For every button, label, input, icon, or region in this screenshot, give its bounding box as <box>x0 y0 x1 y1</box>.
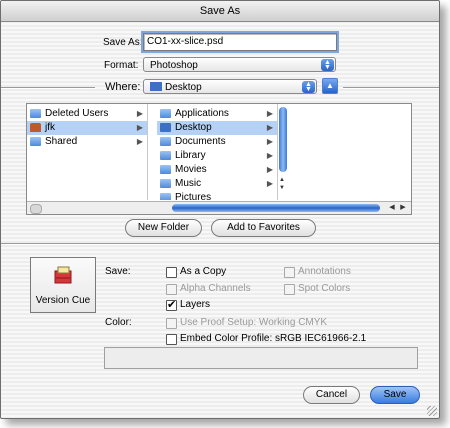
save-button[interactable]: Save <box>370 386 420 404</box>
item-label: jfk <box>45 122 55 133</box>
where-value: Desktop <box>165 82 202 93</box>
layers-checkbox[interactable]: ✔ <box>166 299 177 311</box>
home-icon <box>30 123 41 132</box>
format-label: Format: <box>104 60 139 71</box>
list-item-deleted-users[interactable]: Deleted Users ▶ <box>27 107 147 121</box>
scroll-arrows-icon[interactable]: ▲ ▼ <box>279 176 285 192</box>
scroll-right-icon[interactable]: ▶ <box>398 203 408 213</box>
file-browser: Deleted Users ▶ jfk ▶ Shared ▶ Applicati… <box>26 103 412 215</box>
save-options-label: Save: <box>105 266 131 277</box>
divider-left <box>1 87 95 89</box>
item-label: Shared <box>45 136 78 147</box>
list-item-library[interactable]: Library ▶ <box>157 149 277 163</box>
chevron-right-icon: ▶ <box>136 123 143 132</box>
chevron-right-icon: ▶ <box>266 165 273 174</box>
version-cue-label: Version Cue <box>35 295 91 306</box>
folder-icon <box>160 179 171 188</box>
list-item-documents[interactable]: Documents ▶ <box>157 135 277 149</box>
folder-icon <box>160 165 171 174</box>
filename-field[interactable]: CO1-xx-slice.psd <box>141 31 339 53</box>
list-item-movies[interactable]: Movies ▶ <box>157 163 277 177</box>
resize-grip-icon[interactable] <box>427 406 437 416</box>
as-a-copy-checkbox[interactable] <box>166 267 177 278</box>
list-item-jfk[interactable]: jfk ▶ <box>27 121 147 135</box>
version-cue-icon <box>54 266 72 284</box>
use-proof-setup-label: Use Proof Setup: Working CMYK <box>180 317 328 328</box>
vertical-scrollbar[interactable] <box>279 107 287 172</box>
list-item-music[interactable]: Music ▶ <box>157 177 277 191</box>
alpha-channels-label: Alpha Channels <box>180 283 251 294</box>
spot-colors-checkbox[interactable] <box>284 284 295 295</box>
item-label: Library <box>175 150 206 161</box>
dialog-title: Save As <box>1 1 439 22</box>
alpha-channels-checkbox[interactable] <box>166 284 177 295</box>
chevron-right-icon: ▶ <box>136 109 143 118</box>
scroll-left-icon[interactable]: ◀ <box>387 203 397 213</box>
cancel-button[interactable]: Cancel <box>303 386 360 404</box>
horizontal-scrollbar[interactable]: ◀ ▶ <box>27 201 411 214</box>
annotations-checkbox[interactable] <box>284 267 295 278</box>
use-proof-setup-checkbox[interactable] <box>166 318 177 329</box>
annotations-label: Annotations <box>298 266 351 277</box>
new-folder-button[interactable]: New Folder <box>125 219 202 237</box>
section-divider <box>1 243 439 245</box>
item-label: Documents <box>175 136 226 147</box>
item-label: Applications <box>175 108 229 119</box>
divider-right <box>343 87 439 89</box>
browser-column-1: Deleted Users ▶ jfk ▶ Shared ▶ <box>27 104 148 200</box>
filename-text: CO1-xx-slice.psd <box>147 36 224 47</box>
item-label: Pictures <box>175 192 212 200</box>
save-as-dialog: Save As Save As: CO1-xx-slice.psd Format… <box>0 0 440 419</box>
chevron-right-icon: ▶ <box>266 109 273 118</box>
folder-icon <box>30 109 41 118</box>
chevron-right-icon: ▶ <box>136 137 143 146</box>
folder-icon <box>30 137 41 146</box>
chevron-right-icon: ▶ <box>266 179 273 188</box>
embed-color-profile-checkbox[interactable] <box>166 334 177 345</box>
scroll-track-end <box>30 204 42 214</box>
spot-colors-label: Spot Colors <box>298 283 351 294</box>
color-options-label: Color: <box>105 317 132 328</box>
list-item-shared[interactable]: Shared ▶ <box>27 135 147 149</box>
chevron-right-icon: ▶ <box>266 151 273 160</box>
desktop-icon <box>150 82 162 91</box>
layers-label: Layers <box>180 299 211 310</box>
folder-icon <box>160 109 171 118</box>
version-cue-button[interactable]: Version Cue <box>30 257 96 313</box>
where-label: Where: <box>105 81 141 93</box>
browser-column-2: Applications ▶ Desktop ▶ Documents ▶ Lib… <box>157 104 278 200</box>
checkmark-icon: ✔ <box>167 299 177 311</box>
list-item-pictures[interactable]: Pictures <box>157 191 277 200</box>
folder-icon <box>160 137 171 146</box>
as-a-copy-label: As a Copy <box>180 266 227 277</box>
warning-area <box>104 347 418 369</box>
list-item-desktop[interactable]: Desktop ▶ <box>157 121 277 135</box>
item-label: Movies <box>175 164 207 175</box>
embed-color-profile-label: Embed Color Profile: sRGB IEC61966-2.1 <box>180 333 367 344</box>
add-to-favorites-button[interactable]: Add to Favorites <box>211 219 316 237</box>
item-label: Desktop <box>175 122 212 133</box>
save-as-label: Save As: <box>103 37 143 48</box>
popup-arrows-icon: ▲ ▼ <box>321 59 334 71</box>
folder-icon <box>160 193 171 200</box>
list-item-applications[interactable]: Applications ▶ <box>157 107 277 121</box>
item-label: Deleted Users <box>45 108 109 119</box>
chevron-right-icon: ▶ <box>266 137 273 146</box>
up-arrow-icon[interactable]: ▲ <box>322 78 338 94</box>
popup-arrows-icon: ▲ ▼ <box>302 81 315 93</box>
format-value: Photoshop <box>150 60 198 71</box>
where-popup[interactable]: Desktop ▲ ▼ <box>143 79 317 94</box>
desktop-icon <box>160 123 171 132</box>
format-popup[interactable]: Photoshop ▲ ▼ <box>143 57 336 72</box>
chevron-right-icon: ▶ <box>266 123 273 132</box>
folder-icon <box>160 151 171 160</box>
item-label: Music <box>175 178 202 189</box>
horizontal-scroll-thumb[interactable] <box>172 204 380 212</box>
